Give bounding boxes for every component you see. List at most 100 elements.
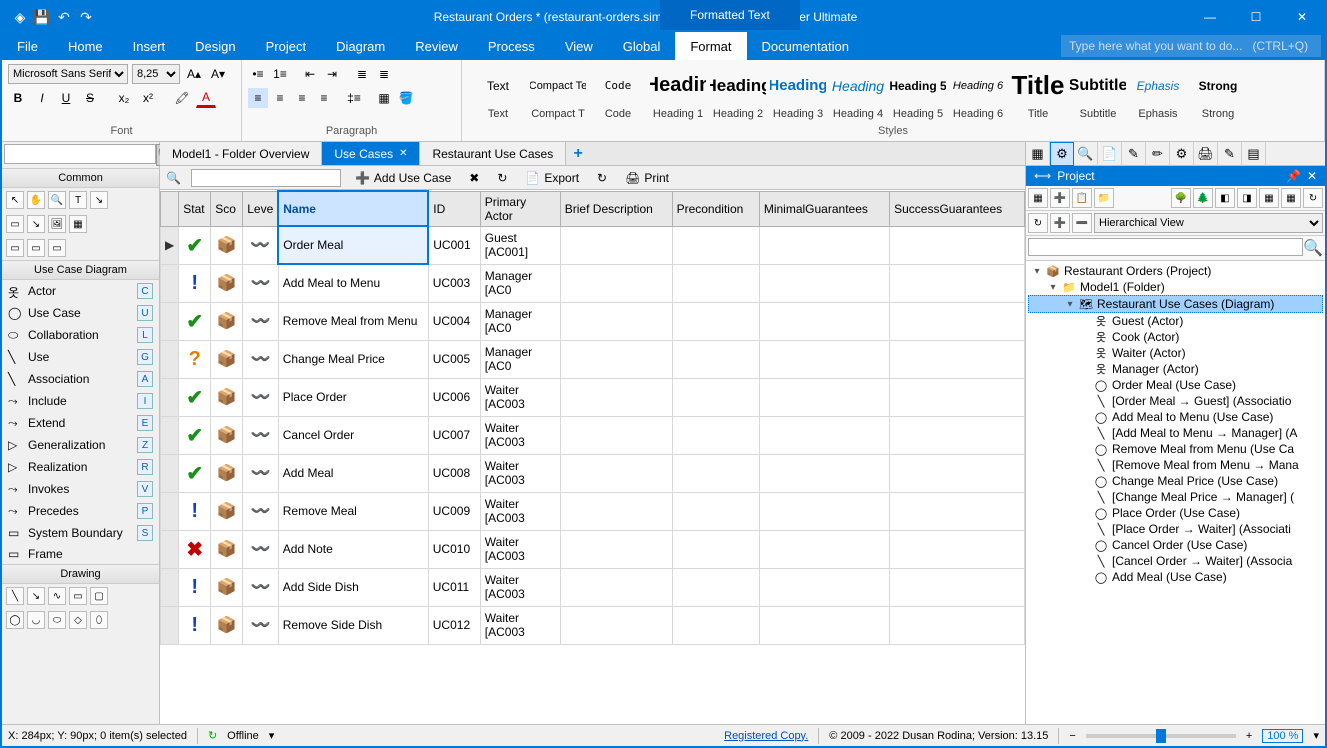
minguar-cell[interactable]: [759, 454, 889, 492]
ptb2-del-icon[interactable]: ➖: [1072, 213, 1092, 233]
connector-tool-icon[interactable]: ↘: [27, 215, 45, 233]
brief-cell[interactable]: [560, 264, 672, 302]
table-row[interactable]: ✔📦〰️Cancel OrderUC007Waiter [AC003: [161, 416, 1025, 454]
succguar-cell[interactable]: [890, 606, 1025, 644]
table-button[interactable]: ▦: [374, 88, 394, 108]
minguar-cell[interactable]: [759, 416, 889, 454]
cylinder-tool-icon[interactable]: ⬯: [90, 611, 108, 629]
ellipse-tool-icon[interactable]: ◯: [6, 611, 24, 629]
menu-global[interactable]: Global: [608, 32, 676, 60]
tool-collaboration[interactable]: ⬭CollaborationL: [2, 324, 159, 346]
tool-association[interactable]: ╲AssociationA: [2, 368, 159, 390]
precond-cell[interactable]: [672, 454, 759, 492]
menu-view[interactable]: View: [550, 32, 608, 60]
id-cell[interactable]: UC009: [428, 492, 480, 530]
brief-cell[interactable]: [560, 416, 672, 454]
tree-node[interactable]: ◯Change Meal Price (Use Case): [1028, 473, 1323, 489]
pin-icon[interactable]: 📌: [1286, 169, 1301, 183]
status-icon[interactable]: ✔: [179, 302, 211, 340]
zoom-value[interactable]: 100 %: [1262, 729, 1303, 743]
brief-cell[interactable]: [560, 302, 672, 340]
table-row[interactable]: ?📦〰️Change Meal PriceUC005Manager [AC0: [161, 340, 1025, 378]
id-cell[interactable]: UC004: [428, 302, 480, 340]
rtb-7-icon[interactable]: ⚙: [1170, 142, 1194, 166]
brief-cell[interactable]: [560, 492, 672, 530]
col-sco[interactable]: Sco: [211, 191, 243, 226]
brief-cell[interactable]: [560, 530, 672, 568]
minguar-cell[interactable]: [759, 492, 889, 530]
doc-tab[interactable]: Use Cases✕: [322, 142, 420, 165]
menu-documentation[interactable]: Documentation: [747, 32, 864, 60]
numbering-button[interactable]: 1≡: [270, 64, 290, 84]
row-handle[interactable]: [161, 302, 179, 340]
id-cell[interactable]: UC008: [428, 454, 480, 492]
shrink-font-icon[interactable]: A▾: [208, 64, 228, 84]
filter-input[interactable]: [191, 169, 341, 187]
ptb-d-icon[interactable]: ◨: [1237, 188, 1257, 208]
status-icon[interactable]: ?: [179, 340, 211, 378]
tree-node[interactable]: ▾🗺Restaurant Use Cases (Diagram): [1028, 295, 1323, 313]
tool-system-boundary[interactable]: ▭System BoundaryS: [2, 522, 159, 544]
style-subtitle[interactable]: SubtitleSubtitle: [1068, 66, 1128, 122]
tool-use[interactable]: ╲UseG: [2, 346, 159, 368]
style-heading-6[interactable]: Heading 6Heading 6: [948, 66, 1008, 122]
delete-button[interactable]: ✖: [465, 171, 483, 185]
menu-home[interactable]: Home: [53, 32, 118, 60]
id-cell[interactable]: UC005: [428, 340, 480, 378]
link-tool-icon[interactable]: ↘: [90, 191, 108, 209]
redo-icon[interactable]: ↷: [78, 9, 94, 25]
status-icon[interactable]: ✔: [179, 226, 211, 264]
name-cell[interactable]: Add Meal to Menu: [278, 264, 428, 302]
succguar-cell[interactable]: [890, 264, 1025, 302]
layer-tool-icon[interactable]: ▭: [27, 239, 45, 257]
note-tool-icon[interactable]: ▭: [6, 215, 24, 233]
arc-tool-icon[interactable]: ◡: [27, 611, 45, 629]
text-tool-icon[interactable]: T: [69, 191, 87, 209]
rtb-9-icon[interactable]: ✎: [1218, 142, 1242, 166]
name-cell[interactable]: Add Side Dish: [278, 568, 428, 606]
ptb-b-icon[interactable]: 🌲: [1193, 188, 1213, 208]
tree-node[interactable]: ╲[Place Order → Waiter] (Associati: [1028, 521, 1323, 537]
table-row[interactable]: ✖📦〰️Add NoteUC010Waiter [AC003: [161, 530, 1025, 568]
style-strong[interactable]: StrongStrong: [1188, 66, 1248, 122]
ptb-g-icon[interactable]: ↻: [1303, 188, 1323, 208]
tree-node[interactable]: ╲[Change Meal Price → Manager] (: [1028, 489, 1323, 505]
level-icon[interactable]: 〰️: [243, 416, 279, 454]
tool-precedes[interactable]: ⤳PrecedesP: [2, 500, 159, 522]
succguar-cell[interactable]: [890, 530, 1025, 568]
name-cell[interactable]: Change Meal Price: [278, 340, 428, 378]
tree-node[interactable]: 옷Cook (Actor): [1028, 329, 1323, 345]
ptb2-add-icon[interactable]: ➕: [1050, 213, 1070, 233]
row-handle[interactable]: [161, 340, 179, 378]
zoom-dropdown-icon[interactable]: ▾: [1313, 729, 1319, 742]
table-row[interactable]: !📦〰️Remove Side DishUC012Waiter [AC003: [161, 606, 1025, 644]
succguar-cell[interactable]: [890, 492, 1025, 530]
project-search-icon[interactable]: 🔍: [1303, 238, 1323, 258]
actor-cell[interactable]: Waiter [AC003: [480, 416, 560, 454]
filter-icon[interactable]: 🔍: [166, 171, 181, 185]
precond-cell[interactable]: [672, 264, 759, 302]
status-icon[interactable]: !: [179, 264, 211, 302]
ptb-c-icon[interactable]: ◧: [1215, 188, 1235, 208]
highlight-color-button[interactable]: 🖍: [172, 88, 192, 108]
scope-icon[interactable]: 📦: [211, 492, 243, 530]
menu-file[interactable]: File: [2, 32, 53, 60]
fill-color-button[interactable]: 🪣: [396, 88, 416, 108]
menu-insert[interactable]: Insert: [118, 32, 181, 60]
arrow-tool-icon[interactable]: ↘: [27, 587, 45, 605]
level-icon[interactable]: 〰️: [243, 302, 279, 340]
col-successguarantees[interactable]: SuccessGuarantees: [890, 191, 1025, 226]
precond-cell[interactable]: [672, 340, 759, 378]
rtb-3-icon[interactable]: 🔍: [1074, 142, 1098, 166]
zoom-slider[interactable]: [1086, 734, 1236, 738]
tool-use-case[interactable]: ◯Use CaseU: [2, 302, 159, 324]
status-icon[interactable]: !: [179, 492, 211, 530]
ptb-new-icon[interactable]: ▦: [1028, 188, 1048, 208]
status-icon[interactable]: ✔: [179, 416, 211, 454]
minguar-cell[interactable]: [759, 568, 889, 606]
col-minimalguarantees[interactable]: MinimalGuarantees: [759, 191, 889, 226]
zoom-tool-icon[interactable]: 🔍: [48, 191, 66, 209]
add-use-case-button[interactable]: ➕Add Use Case: [351, 171, 455, 185]
tree-node[interactable]: ◯Remove Meal from Menu (Use Ca: [1028, 441, 1323, 457]
precond-cell[interactable]: [672, 530, 759, 568]
